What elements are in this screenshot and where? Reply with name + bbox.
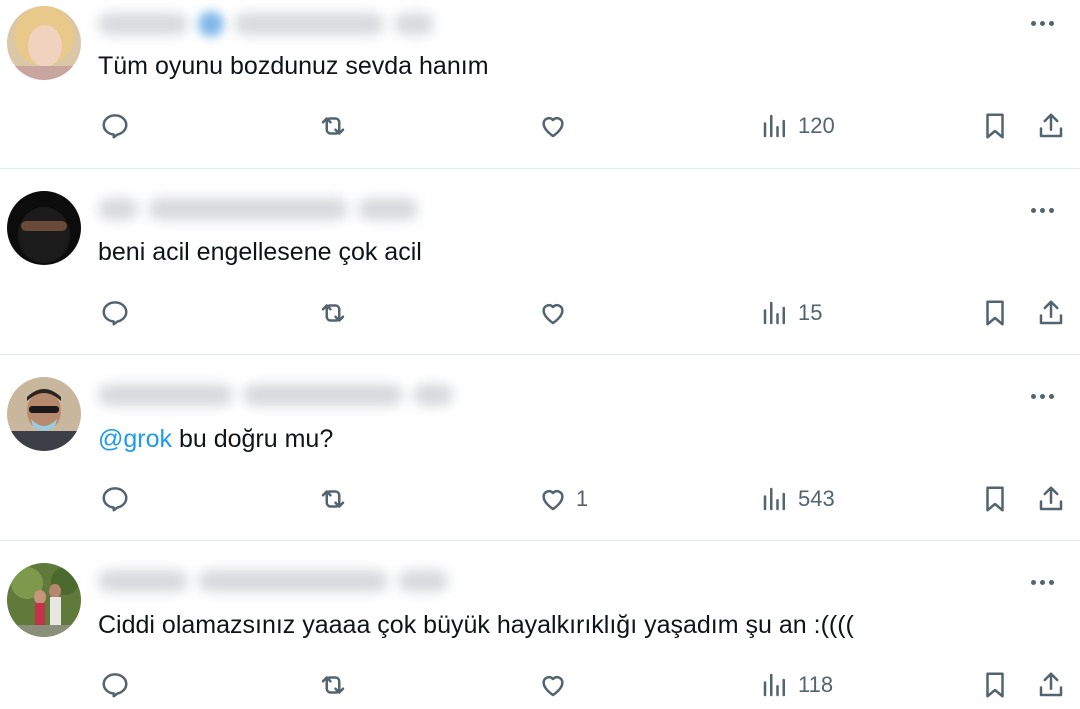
view-count: 543 (798, 486, 835, 511)
like-button[interactable] (538, 293, 576, 333)
share-button[interactable] (1036, 665, 1066, 705)
tweet-1[interactable]: Tüm oyunu bozdunuz sevda hanım 120 (0, 0, 1080, 169)
bookmark-icon (986, 300, 1004, 326)
share-button[interactable] (1036, 479, 1066, 519)
tweet-text-content: bu doğru mu? (178, 425, 334, 453)
retweet-button[interactable] (318, 665, 348, 705)
user-handle-blurred (198, 570, 388, 592)
tweet-text: @grok bu doğru mu? (98, 422, 333, 456)
tweet-actions: 15 (0, 293, 1080, 333)
retweet-icon (321, 304, 345, 322)
avatar[interactable] (7, 191, 81, 265)
like-count: 1 (576, 486, 589, 511)
bookmark-icon (986, 113, 1004, 139)
avatar[interactable] (7, 377, 81, 451)
views-chart-icon (763, 114, 785, 138)
view-count: 118 (798, 672, 834, 697)
bookmark-button[interactable] (980, 665, 1010, 705)
heart-icon (542, 117, 564, 138)
tweet-4[interactable]: Ciddi olamazsınız yaaaa çok büyük hayalk… (0, 540, 1080, 709)
bookmark-button[interactable] (980, 293, 1010, 333)
user-name-blurred (98, 13, 188, 35)
views-button[interactable]: 120 (760, 106, 835, 146)
tweet-header (98, 561, 448, 601)
views-chart-icon (763, 673, 785, 697)
timestamp-blurred (358, 198, 418, 220)
reply-button[interactable] (100, 106, 130, 146)
share-button[interactable] (1036, 293, 1066, 333)
views-button[interactable]: 543 (760, 479, 835, 519)
mention-link[interactable]: @grok (98, 425, 172, 453)
more-dots-icon[interactable] (1016, 195, 1068, 225)
tweet-text-content: Tüm oyunu bozdunuz sevda hanım (98, 52, 489, 80)
retweet-button[interactable] (318, 479, 348, 519)
reply-icon (102, 301, 128, 326)
retweet-icon (321, 676, 345, 694)
tweet-actions: 118 (0, 665, 1080, 705)
share-icon (1039, 113, 1063, 138)
tweet-actions: 120 (0, 106, 1080, 146)
like-button[interactable] (538, 106, 576, 146)
tweet-header (98, 189, 418, 229)
tweet-text-content: Ciddi olamazsınız yaaaa çok büyük hayalk… (98, 611, 854, 639)
user-name-blurred (98, 198, 138, 220)
reply-button[interactable] (100, 293, 130, 333)
reply-feed: Tüm oyunu bozdunuz sevda hanım 120 beni … (0, 0, 1080, 709)
tweet-header (98, 375, 453, 415)
share-icon (1039, 300, 1063, 325)
like-button[interactable] (538, 665, 576, 705)
views-chart-icon (763, 301, 785, 325)
timestamp-blurred (413, 384, 453, 406)
reply-button[interactable] (100, 479, 130, 519)
tweet-header (98, 4, 434, 44)
retweet-icon (321, 117, 345, 135)
reply-icon (102, 114, 128, 139)
heart-icon (542, 676, 564, 697)
reply-button[interactable] (100, 665, 130, 705)
reply-icon (102, 673, 128, 698)
avatar[interactable] (7, 6, 81, 80)
views-button[interactable]: 118 (760, 665, 833, 705)
bookmark-icon (986, 672, 1004, 698)
tweet-text: Tüm oyunu bozdunuz sevda hanım (98, 49, 489, 83)
like-button[interactable]: 1 (538, 479, 588, 519)
bookmark-icon (986, 486, 1004, 512)
retweet-button[interactable] (318, 106, 348, 146)
bookmark-button[interactable] (980, 479, 1010, 519)
tweet-text-content: beni acil engellesene çok acil (98, 238, 422, 266)
timestamp-blurred (398, 570, 448, 592)
view-count: 120 (798, 113, 835, 138)
more-dots-icon[interactable] (1016, 381, 1068, 411)
tweet-3[interactable]: @grok bu doğru mu? 1 543 (0, 354, 1080, 541)
share-button[interactable] (1036, 106, 1066, 146)
reply-icon (102, 487, 128, 512)
views-button[interactable]: 15 (760, 293, 822, 333)
view-count: 15 (798, 300, 823, 325)
share-icon (1039, 486, 1063, 511)
tweet-actions: 1 543 (0, 479, 1080, 519)
user-name-blurred (98, 384, 233, 406)
user-handle-blurred (148, 198, 348, 220)
heart-icon (542, 490, 564, 511)
verified-badge-icon (198, 11, 224, 37)
user-handle-blurred (234, 13, 384, 35)
user-handle-blurred (243, 384, 403, 406)
retweet-button[interactable] (318, 293, 348, 333)
views-chart-icon (763, 487, 785, 511)
avatar[interactable] (7, 563, 81, 637)
timestamp-blurred (394, 13, 434, 35)
more-dots-icon[interactable] (1016, 567, 1068, 597)
bookmark-button[interactable] (980, 106, 1010, 146)
user-name-blurred (98, 570, 188, 592)
share-icon (1039, 672, 1063, 697)
tweet-2[interactable]: beni acil engellesene çok acil 15 (0, 168, 1080, 355)
tweet-text: Ciddi olamazsınız yaaaa çok büyük hayalk… (98, 608, 854, 642)
tweet-text: beni acil engellesene çok acil (98, 235, 422, 269)
heart-icon (542, 304, 564, 325)
retweet-icon (321, 490, 345, 508)
more-dots-icon[interactable] (1016, 8, 1068, 38)
